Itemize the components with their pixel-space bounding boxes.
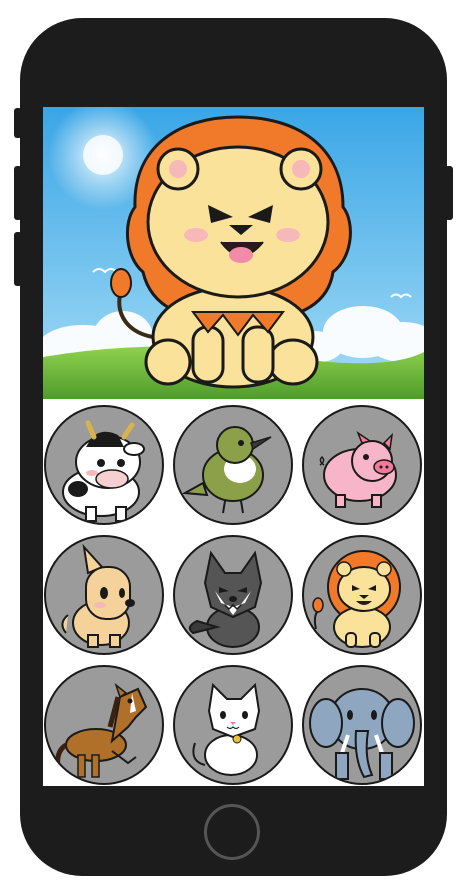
animal-tile-cat[interactable] [173, 665, 293, 785]
animal-tile-cow[interactable] [44, 405, 164, 525]
animal-grid [43, 399, 424, 786]
pig-icon [319, 431, 397, 508]
animal-tile-pig[interactable] [302, 405, 422, 525]
animal-tile-dog[interactable] [44, 535, 164, 655]
cow-icon [62, 420, 145, 522]
animal-tile-wolf[interactable] [173, 535, 293, 655]
animal-tile-bird[interactable] [173, 405, 293, 525]
lion-icon [312, 550, 401, 648]
cat-icon [192, 682, 261, 776]
app-screen [43, 107, 424, 786]
hero-banner[interactable] [43, 107, 424, 399]
dog-icon [61, 543, 135, 648]
wolf-icon [188, 550, 263, 648]
hero-lion-illustration [43, 107, 424, 399]
horse-icon [55, 682, 148, 778]
home-button[interactable] [204, 804, 260, 860]
bird-icon [181, 426, 272, 514]
animal-tile-elephant[interactable] [302, 665, 422, 785]
elephant-icon [309, 688, 415, 780]
animal-tile-lion[interactable] [302, 535, 422, 655]
animal-tile-horse[interactable] [44, 665, 164, 785]
